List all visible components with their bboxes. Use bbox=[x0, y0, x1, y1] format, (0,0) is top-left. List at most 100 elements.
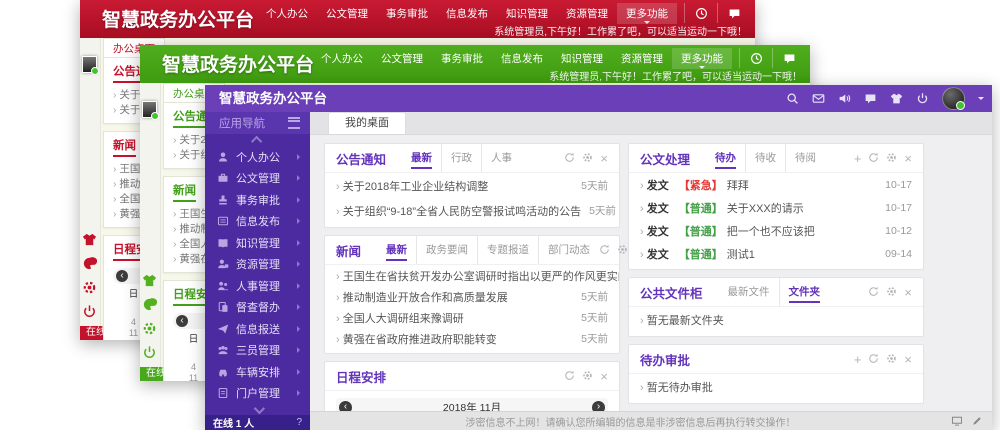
sidebar-item-approval[interactable]: 事务审批 bbox=[205, 189, 310, 211]
avatar[interactable] bbox=[82, 56, 97, 73]
nav-item-knowledge[interactable]: 知识管理 bbox=[552, 48, 612, 69]
online-status: 在线 1 人 bbox=[213, 415, 254, 430]
panel-title: 日程安排 bbox=[336, 367, 386, 386]
clock-icon[interactable] bbox=[739, 48, 772, 68]
clock-icon[interactable] bbox=[684, 3, 717, 23]
sidebar-item-three-roles[interactable]: 三员管理 bbox=[205, 340, 310, 362]
close-icon[interactable] bbox=[904, 153, 912, 164]
sidebar-item-supervision[interactable]: 督查督办 bbox=[205, 297, 310, 319]
tab-latest-files[interactable]: 最新文件 bbox=[719, 278, 779, 306]
power-icon[interactable] bbox=[916, 90, 929, 108]
sidebar-item-personal-office[interactable]: 个人办公 bbox=[205, 146, 310, 168]
palette-icon[interactable] bbox=[82, 255, 97, 273]
nav-item-info-publish[interactable]: 信息发布 bbox=[437, 3, 497, 24]
doc-item[interactable]: 发文【普通】把一个也不应该把10-12 bbox=[629, 219, 923, 242]
scroll-up-chevron[interactable] bbox=[205, 134, 310, 146]
settings-gear-icon[interactable] bbox=[142, 320, 157, 338]
sidebar-item-info-publish[interactable]: 信息发布 bbox=[205, 211, 310, 233]
search-icon[interactable] bbox=[786, 90, 799, 108]
prev-month-button[interactable] bbox=[176, 315, 188, 327]
doc-item[interactable]: 发文【普通】关于XXX的请示10-17 bbox=[629, 196, 923, 219]
tab-hr[interactable]: 人事 bbox=[481, 144, 521, 172]
refresh-icon[interactable] bbox=[868, 350, 879, 368]
theme-shirt-icon[interactable] bbox=[890, 90, 903, 108]
message-icon[interactable] bbox=[864, 90, 877, 108]
chevron-down-icon[interactable] bbox=[978, 97, 984, 103]
settings-gear-icon[interactable] bbox=[582, 367, 593, 385]
settings-gear-icon[interactable] bbox=[886, 350, 897, 368]
power-icon[interactable] bbox=[142, 344, 157, 362]
settings-gear-icon[interactable] bbox=[886, 149, 897, 167]
edit-pencil-icon[interactable] bbox=[971, 412, 983, 430]
close-icon[interactable] bbox=[600, 371, 608, 382]
sidebar-item-resource-mgmt[interactable]: 资源管理 bbox=[205, 254, 310, 276]
palette-icon[interactable] bbox=[142, 296, 157, 314]
refresh-icon[interactable] bbox=[564, 149, 575, 167]
settings-gear-icon[interactable] bbox=[582, 149, 593, 167]
settings-gear-icon[interactable] bbox=[82, 279, 97, 297]
refresh-icon[interactable] bbox=[564, 367, 575, 385]
doc-item[interactable]: 发文【普通】测试109-14 bbox=[629, 242, 923, 265]
settings-gear-icon[interactable] bbox=[617, 241, 628, 259]
nav-item-info-publish[interactable]: 信息发布 bbox=[492, 48, 552, 69]
tab-gov-news[interactable]: 政务要闻 bbox=[416, 236, 477, 264]
tab-administrative[interactable]: 行政 bbox=[441, 144, 481, 172]
tab-special-report[interactable]: 专题报道 bbox=[477, 236, 538, 264]
nav-item-knowledge[interactable]: 知识管理 bbox=[497, 3, 557, 24]
settings-gear-icon[interactable] bbox=[886, 283, 897, 301]
prev-month-button[interactable] bbox=[116, 270, 128, 282]
tab-to-read[interactable]: 待阅 bbox=[785, 144, 825, 172]
sidebar-item-knowledge-mgmt[interactable]: 知识管理 bbox=[205, 232, 310, 254]
news-item[interactable]: 全国人大调研组来豫调研5天前 bbox=[325, 307, 619, 328]
sidebar-item-portal-mgmt[interactable]: 门户管理 bbox=[205, 383, 310, 405]
nav-item-more[interactable]: 更多功能 bbox=[617, 3, 677, 24]
tab-department[interactable]: 部门动态 bbox=[538, 236, 599, 264]
message-icon[interactable] bbox=[717, 3, 750, 23]
tab-folders[interactable]: 文件夹 bbox=[779, 278, 830, 306]
refresh-icon[interactable] bbox=[868, 149, 879, 167]
notice-item[interactable]: 关于组织“9-18”全省人民防空警报试鸣活动的公告5天前 bbox=[325, 198, 619, 223]
theme-shirt-icon[interactable] bbox=[82, 231, 97, 249]
nav-item-personal-office[interactable]: 个人办公 bbox=[257, 3, 317, 24]
message-icon[interactable] bbox=[772, 48, 805, 68]
power-icon[interactable] bbox=[82, 303, 97, 321]
theme-shirt-icon[interactable] bbox=[142, 272, 157, 290]
nav-item-approval[interactable]: 事务审批 bbox=[432, 48, 492, 69]
tab-my-desktop[interactable]: 我的桌面 bbox=[328, 112, 406, 134]
notice-item[interactable]: 关于2018年工业企业结构调整5天前 bbox=[325, 173, 619, 198]
sidebar-item-hr-mgmt[interactable]: 人事管理 bbox=[205, 275, 310, 297]
nav-item-personal-office[interactable]: 个人办公 bbox=[312, 48, 372, 69]
sidebar-item-document-mgmt[interactable]: 公文管理 bbox=[205, 168, 310, 190]
add-icon[interactable] bbox=[854, 153, 862, 164]
refresh-icon[interactable] bbox=[599, 241, 610, 259]
refresh-icon[interactable] bbox=[868, 283, 879, 301]
nav-item-more[interactable]: 更多功能 bbox=[672, 48, 732, 69]
close-icon[interactable] bbox=[904, 354, 912, 365]
sidebar-item-vehicle[interactable]: 车辆安排 bbox=[205, 361, 310, 383]
add-icon[interactable] bbox=[854, 354, 862, 365]
nav-item-resource[interactable]: 资源管理 bbox=[557, 3, 617, 24]
help-button[interactable]: ? bbox=[296, 417, 302, 428]
avatar[interactable] bbox=[142, 101, 157, 118]
nav-item-approval[interactable]: 事务审批 bbox=[377, 3, 437, 24]
fullscreen-icon[interactable] bbox=[951, 412, 963, 430]
mail-icon[interactable] bbox=[812, 90, 825, 108]
nav-item-document-mgmt[interactable]: 公文管理 bbox=[317, 3, 377, 24]
nav-item-resource[interactable]: 资源管理 bbox=[612, 48, 672, 69]
tab-latest[interactable]: 最新 bbox=[377, 236, 416, 264]
news-item[interactable]: 王国生在省扶贫开发办公室调研时指出以更严的作风更实的举措抓好脱...5天前 bbox=[325, 265, 619, 286]
sidebar-item-info-report[interactable]: 信息报送 bbox=[205, 318, 310, 340]
tab-to-receive[interactable]: 待收 bbox=[745, 144, 785, 172]
tab-todo[interactable]: 待办 bbox=[706, 144, 745, 172]
close-icon[interactable] bbox=[600, 153, 608, 164]
doc-item[interactable]: 发文【紧急】拜拜10-17 bbox=[629, 173, 923, 196]
news-item[interactable]: 推动制造业开放合作和高质量发展5天前 bbox=[325, 286, 619, 307]
avatar[interactable] bbox=[942, 87, 965, 110]
close-icon[interactable] bbox=[904, 287, 912, 298]
nav-item-document-mgmt[interactable]: 公文管理 bbox=[372, 48, 432, 69]
panel-news: 新闻 最新 政务要闻 专题报道 部门动态 王国生在省 bbox=[324, 235, 620, 354]
tab-latest[interactable]: 最新 bbox=[402, 144, 441, 172]
menu-icon[interactable] bbox=[288, 117, 300, 129]
news-item[interactable]: 黄强在省政府推进政府职能转变5天前 bbox=[325, 328, 619, 349]
speaker-icon[interactable] bbox=[838, 90, 851, 108]
